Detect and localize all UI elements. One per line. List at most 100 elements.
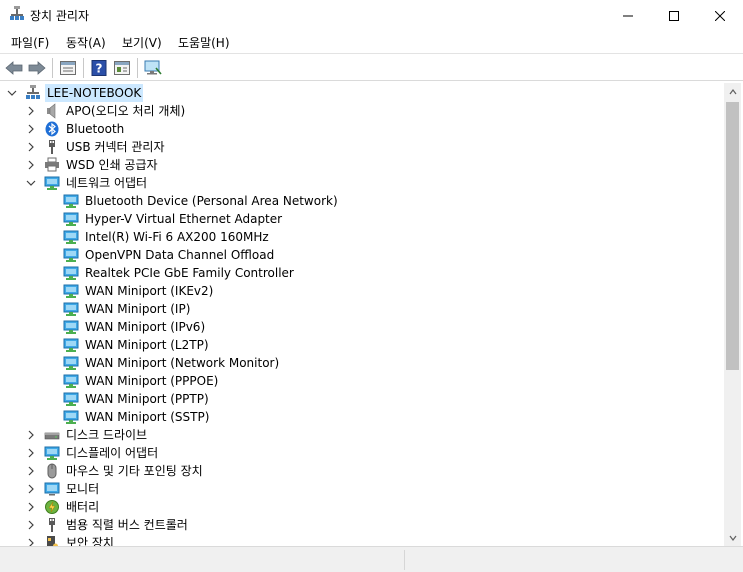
expand-chevron-icon[interactable]	[26, 462, 36, 480]
expand-chevron-icon[interactable]	[26, 444, 36, 462]
expand-chevron-icon[interactable]	[26, 120, 36, 138]
expand-chevron-icon[interactable]	[26, 156, 36, 174]
expand-chevron-icon[interactable]	[26, 498, 36, 516]
driver-update-icon	[114, 61, 130, 75]
tree-category-label: APO(오디오 처리 개체)	[66, 104, 186, 118]
tree-category-security-devices[interactable]: 보안 장치	[26, 534, 116, 546]
vertical-scrollbar[interactable]	[724, 83, 741, 546]
network-adapter-icon	[63, 355, 79, 371]
tree-category-label: 배터리	[66, 500, 100, 514]
scan-hardware-button[interactable]	[142, 57, 164, 79]
tree-root-label: LEE-NOTEBOOK	[45, 84, 144, 102]
monitor-scan-icon	[144, 60, 162, 75]
back-button[interactable]	[3, 57, 25, 79]
bluetooth-icon	[44, 121, 60, 137]
tree-category-usb-controllers[interactable]: 범용 직렬 버스 컨트롤러	[26, 516, 190, 534]
tree-category-label: Bluetooth	[66, 122, 125, 136]
scroll-up-button[interactable]	[724, 83, 741, 100]
help-button[interactable]: ?	[88, 57, 110, 79]
network-device-label: WAN Miniport (PPTP)	[85, 392, 209, 406]
security-device-icon	[44, 535, 60, 546]
tree-category-label: 모니터	[66, 482, 100, 496]
tree-category-apo[interactable]: APO(오디오 처리 개체)	[26, 102, 187, 120]
collapse-chevron-icon[interactable]	[26, 174, 36, 192]
forward-arrow-icon	[28, 61, 46, 75]
network-device-item[interactable]: WAN Miniport (PPPOE)	[63, 372, 220, 390]
help-icon: ?	[91, 60, 107, 76]
menu-view[interactable]: 보기(V)	[121, 34, 163, 51]
battery-icon	[44, 499, 60, 515]
scrollbar-thumb[interactable]	[726, 102, 739, 370]
scroll-down-button[interactable]	[724, 529, 741, 546]
network-adapter-icon	[63, 391, 79, 407]
menu-file[interactable]: 파일(F)	[10, 34, 50, 51]
tree-category-disk-drives[interactable]: 디스크 드라이브	[26, 426, 149, 444]
tree-category-label: 디스플레이 어댑터	[66, 446, 159, 460]
expand-chevron-icon[interactable]	[26, 480, 36, 498]
tree-category-usb-connector[interactable]: USB 커넥터 관리자	[26, 138, 167, 156]
expand-chevron-icon[interactable]	[26, 426, 36, 444]
status-pane	[404, 550, 741, 570]
network-adapter-icon	[44, 175, 60, 191]
disk-drive-icon	[44, 427, 60, 443]
tree-category-monitors[interactable]: 모니터	[26, 480, 101, 498]
network-device-item[interactable]: WAN Miniport (Network Monitor)	[63, 354, 281, 372]
network-device-item[interactable]: Intel(R) Wi-Fi 6 AX200 160MHz	[63, 228, 271, 246]
network-adapter-icon	[63, 247, 79, 263]
network-device-item[interactable]: Bluetooth Device (Personal Area Network)	[63, 192, 340, 210]
network-device-item[interactable]: Realtek PCIe GbE Family Controller	[63, 264, 296, 282]
expand-chevron-icon[interactable]	[26, 516, 36, 534]
usb-controller-icon	[44, 517, 60, 533]
expand-chevron-icon[interactable]	[26, 102, 36, 120]
network-device-item[interactable]: WAN Miniport (SSTP)	[63, 408, 211, 426]
tree-category-batteries[interactable]: 배터리	[26, 498, 101, 516]
collapse-chevron-icon[interactable]	[7, 84, 17, 102]
network-adapter-icon	[63, 337, 79, 353]
tree-category-network-adapters[interactable]: 네트워크 어댑터	[26, 174, 149, 192]
tree-category-label: USB 커넥터 관리자	[66, 140, 165, 154]
network-device-label: Intel(R) Wi-Fi 6 AX200 160MHz	[85, 230, 269, 244]
network-device-label: Bluetooth Device (Personal Area Network)	[85, 194, 338, 208]
network-device-label: WAN Miniport (L2TP)	[85, 338, 209, 352]
network-device-item[interactable]: WAN Miniport (PPTP)	[63, 390, 211, 408]
expand-chevron-icon[interactable]	[26, 534, 36, 546]
mouse-icon	[44, 463, 60, 479]
chevron-up-icon	[729, 88, 736, 94]
tree-category-bluetooth[interactable]: Bluetooth	[26, 120, 126, 138]
toolbar: ?	[0, 53, 743, 81]
menu-help[interactable]: 도움말(H)	[177, 34, 231, 51]
window-title: 장치 관리자	[30, 9, 90, 23]
network-device-item[interactable]: WAN Miniport (L2TP)	[63, 336, 211, 354]
status-bar	[0, 546, 743, 572]
network-device-label: WAN Miniport (SSTP)	[85, 410, 210, 424]
forward-button[interactable]	[26, 57, 48, 79]
network-adapter-icon	[63, 319, 79, 335]
tree-root[interactable]: LEE-NOTEBOOK	[7, 84, 144, 102]
tree-category-label: 네트워크 어댑터	[66, 176, 148, 190]
network-device-item[interactable]: WAN Miniport (IKEv2)	[63, 282, 215, 300]
network-adapter-icon	[63, 193, 79, 209]
driver-update-button[interactable]	[111, 57, 133, 79]
expand-chevron-icon[interactable]	[26, 138, 36, 156]
network-adapter-icon	[63, 229, 79, 245]
properties-button[interactable]	[57, 57, 79, 79]
maximize-button[interactable]	[651, 0, 697, 31]
tree-category-wsd-print[interactable]: WSD 인쇄 공급자	[26, 156, 160, 174]
display-adapter-icon	[44, 445, 60, 461]
network-device-label: WAN Miniport (IPv6)	[85, 320, 206, 334]
network-device-item[interactable]: Hyper-V Virtual Ethernet Adapter	[63, 210, 284, 228]
tree-category-label: 마우스 및 기타 포인팅 장치	[66, 464, 203, 478]
network-device-label: OpenVPN Data Channel Offload	[85, 248, 275, 262]
tree-category-mice[interactable]: 마우스 및 기타 포인팅 장치	[26, 462, 205, 480]
menu-action[interactable]: 동작(A)	[65, 34, 107, 51]
tree-category-display-adapters[interactable]: 디스플레이 어댑터	[26, 444, 160, 462]
network-adapter-icon	[63, 409, 79, 425]
network-device-item[interactable]: WAN Miniport (IPv6)	[63, 318, 207, 336]
computer-icon	[25, 85, 41, 101]
network-device-item[interactable]: OpenVPN Data Channel Offload	[63, 246, 276, 264]
printer-icon	[44, 157, 60, 173]
close-button[interactable]	[697, 0, 743, 31]
minimize-button[interactable]	[605, 0, 651, 31]
network-device-item[interactable]: WAN Miniport (IP)	[63, 300, 192, 318]
tree-category-label: 범용 직렬 버스 컨트롤러	[66, 518, 188, 532]
